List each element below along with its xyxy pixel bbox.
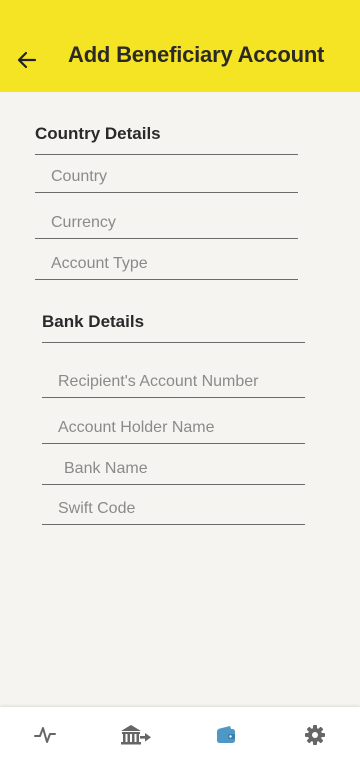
bank-details-divider [42,342,305,343]
currency-field[interactable]: Currency [35,210,298,239]
account-holder-name-field[interactable]: Account Holder Name [42,415,305,444]
wallet-icon [217,726,235,743]
country-details-divider [35,154,298,155]
currency-placeholder: Currency [51,214,116,231]
nav-wallet[interactable] [214,723,238,747]
bank-transfer-icon [121,725,151,745]
nav-bank-transfer[interactable] [120,723,152,747]
account-type-placeholder: Account Type [51,255,148,272]
bank-name-field[interactable]: Bank Name [42,456,305,485]
page-title: Add Beneficiary Account [68,42,325,67]
country-placeholder: Country [51,168,108,185]
account-number-field[interactable]: Recipient's Account Number [42,369,305,398]
activity-icon [34,727,56,743]
back-button[interactable] [14,47,40,73]
country-details-heading: Country Details [35,124,161,143]
app-header: Add Beneficiary Account [0,0,360,92]
nav-settings[interactable] [303,723,327,747]
nav-activity[interactable] [33,723,57,747]
swift-code-field[interactable]: Swift Code [42,496,305,525]
gear-icon [305,725,325,745]
swift-code-placeholder: Swift Code [58,500,136,517]
account-holder-name-placeholder: Account Holder Name [58,419,215,436]
arrow-left-icon [17,51,37,69]
bank-details-heading: Bank Details [42,312,145,331]
country-field[interactable]: Country [35,164,298,193]
bank-name-placeholder: Bank Name [64,460,148,477]
bottom-nav [0,707,360,760]
account-type-field[interactable]: Account Type [35,251,298,280]
account-number-placeholder: Recipient's Account Number [58,373,259,390]
